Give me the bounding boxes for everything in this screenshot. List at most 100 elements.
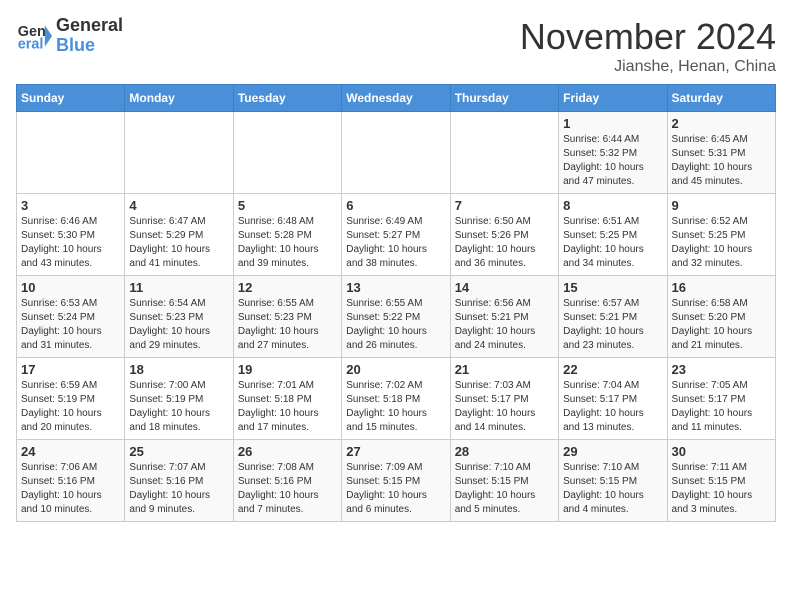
svg-text:eral: eral [18, 36, 44, 52]
calendar-cell: 12 Sunrise: 6:55 AM Sunset: 5:23 PM Dayli… [233, 276, 341, 358]
day-number: 11 [129, 280, 228, 295]
day-number: 15 [563, 280, 662, 295]
month-title: November 2024 [520, 16, 776, 58]
calendar-cell [450, 112, 558, 194]
day-number: 9 [672, 198, 771, 213]
day-number: 30 [672, 444, 771, 459]
day-number: 1 [563, 116, 662, 131]
calendar-cell: 19 Sunrise: 7:01 AM Sunset: 5:18 PM Dayli… [233, 358, 341, 440]
calendar-cell: 13 Sunrise: 6:55 AM Sunset: 5:22 PM Dayli… [342, 276, 450, 358]
day-number: 16 [672, 280, 771, 295]
day-info: Sunrise: 6:59 AM Sunset: 5:19 PM Dayligh… [21, 379, 120, 435]
day-info: Sunrise: 7:07 AM Sunset: 5:16 PM Dayligh… [129, 461, 228, 517]
calendar-week-1: 1 Sunrise: 6:44 AM Sunset: 5:32 PM Daylig… [17, 112, 776, 194]
calendar-cell: 18 Sunrise: 7:00 AM Sunset: 5:19 PM Dayli… [125, 358, 233, 440]
day-info: Sunrise: 6:57 AM Sunset: 5:21 PM Dayligh… [563, 297, 662, 353]
day-info: Sunrise: 6:55 AM Sunset: 5:22 PM Dayligh… [346, 297, 445, 353]
title-block: November 2024 Jianshe, Henan, China [520, 16, 776, 76]
day-number: 12 [238, 280, 337, 295]
calendar-cell: 26 Sunrise: 7:08 AM Sunset: 5:16 PM Dayli… [233, 440, 341, 522]
calendar-cell: 3 Sunrise: 6:46 AM Sunset: 5:30 PM Daylig… [17, 194, 125, 276]
day-info: Sunrise: 6:52 AM Sunset: 5:25 PM Dayligh… [672, 215, 771, 271]
calendar-cell [125, 112, 233, 194]
day-number: 13 [346, 280, 445, 295]
calendar-cell: 10 Sunrise: 6:53 AM Sunset: 5:24 PM Dayli… [17, 276, 125, 358]
calendar-cell: 11 Sunrise: 6:54 AM Sunset: 5:23 PM Dayli… [125, 276, 233, 358]
day-info: Sunrise: 6:46 AM Sunset: 5:30 PM Dayligh… [21, 215, 120, 271]
calendar-table: SundayMondayTuesdayWednesdayThursdayFrid… [16, 84, 776, 522]
calendar-cell: 17Sunrise: 6:59 AM Sunset: 5:19 PM Dayli… [17, 358, 125, 440]
weekday-header-thursday: Thursday [450, 85, 558, 112]
day-info: Sunrise: 6:50 AM Sunset: 5:26 PM Dayligh… [455, 215, 554, 271]
day-number: 25 [129, 444, 228, 459]
day-info: Sunrise: 6:54 AM Sunset: 5:23 PM Dayligh… [129, 297, 228, 353]
day-info: Sunrise: 7:08 AM Sunset: 5:16 PM Dayligh… [238, 461, 337, 517]
day-number: 23 [672, 362, 771, 377]
calendar-cell: 14 Sunrise: 6:56 AM Sunset: 5:21 PM Dayli… [450, 276, 558, 358]
day-info: Sunrise: 7:03 AM Sunset: 5:17 PM Dayligh… [455, 379, 554, 435]
day-number: 26 [238, 444, 337, 459]
calendar-cell: 22 Sunrise: 7:04 AM Sunset: 5:17 PM Dayli… [559, 358, 667, 440]
calendar-cell [17, 112, 125, 194]
day-info: Sunrise: 7:00 AM Sunset: 5:19 PM Dayligh… [129, 379, 228, 435]
day-number: 3 [21, 198, 120, 213]
weekday-header-friday: Friday [559, 85, 667, 112]
calendar-cell: 23Sunrise: 7:05 AM Sunset: 5:17 PM Dayli… [667, 358, 775, 440]
day-info: Sunrise: 7:06 AM Sunset: 5:16 PM Dayligh… [21, 461, 120, 517]
calendar-cell: 5 Sunrise: 6:48 AM Sunset: 5:28 PM Daylig… [233, 194, 341, 276]
day-number: 22 [563, 362, 662, 377]
day-info: Sunrise: 6:47 AM Sunset: 5:29 PM Dayligh… [129, 215, 228, 271]
calendar-cell: 7Sunrise: 6:50 AM Sunset: 5:26 PM Daylig… [450, 194, 558, 276]
calendar-cell: 1 Sunrise: 6:44 AM Sunset: 5:32 PM Daylig… [559, 112, 667, 194]
calendar-cell: 9 Sunrise: 6:52 AM Sunset: 5:25 PM Daylig… [667, 194, 775, 276]
calendar-cell: 15 Sunrise: 6:57 AM Sunset: 5:21 PM Dayli… [559, 276, 667, 358]
calendar-cell [233, 112, 341, 194]
day-info: Sunrise: 6:49 AM Sunset: 5:27 PM Dayligh… [346, 215, 445, 271]
calendar-week-4: 17Sunrise: 6:59 AM Sunset: 5:19 PM Dayli… [17, 358, 776, 440]
calendar-cell: 4 Sunrise: 6:47 AM Sunset: 5:29 PM Daylig… [125, 194, 233, 276]
weekday-header-monday: Monday [125, 85, 233, 112]
calendar-cell: 21 Sunrise: 7:03 AM Sunset: 5:17 PM Dayli… [450, 358, 558, 440]
day-info: Sunrise: 6:48 AM Sunset: 5:28 PM Dayligh… [238, 215, 337, 271]
calendar-cell: 24 Sunrise: 7:06 AM Sunset: 5:16 PM Dayli… [17, 440, 125, 522]
weekday-header-tuesday: Tuesday [233, 85, 341, 112]
day-info: Sunrise: 7:10 AM Sunset: 5:15 PM Dayligh… [455, 461, 554, 517]
day-number: 19 [238, 362, 337, 377]
weekday-header-wednesday: Wednesday [342, 85, 450, 112]
day-info: Sunrise: 7:02 AM Sunset: 5:18 PM Dayligh… [346, 379, 445, 435]
day-number: 14 [455, 280, 554, 295]
calendar-cell: 6Sunrise: 6:49 AM Sunset: 5:27 PM Daylig… [342, 194, 450, 276]
calendar-cell: 30Sunrise: 7:11 AM Sunset: 5:15 PM Dayli… [667, 440, 775, 522]
weekday-header-sunday: Sunday [17, 85, 125, 112]
calendar-cell: 16Sunrise: 6:58 AM Sunset: 5:20 PM Dayli… [667, 276, 775, 358]
calendar-cell: 29Sunrise: 7:10 AM Sunset: 5:15 PM Dayli… [559, 440, 667, 522]
day-info: Sunrise: 6:44 AM Sunset: 5:32 PM Dayligh… [563, 133, 662, 189]
day-info: Sunrise: 6:56 AM Sunset: 5:21 PM Dayligh… [455, 297, 554, 353]
day-number: 24 [21, 444, 120, 459]
day-number: 2 [672, 116, 771, 131]
calendar-cell: 2 Sunrise: 6:45 AM Sunset: 5:31 PM Daylig… [667, 112, 775, 194]
calendar-cell: 27Sunrise: 7:09 AM Sunset: 5:15 PM Dayli… [342, 440, 450, 522]
day-number: 5 [238, 198, 337, 213]
calendar-cell: 25 Sunrise: 7:07 AM Sunset: 5:16 PM Dayli… [125, 440, 233, 522]
day-number: 28 [455, 444, 554, 459]
day-number: 27 [346, 444, 445, 459]
calendar-week-2: 3 Sunrise: 6:46 AM Sunset: 5:30 PM Daylig… [17, 194, 776, 276]
day-info: Sunrise: 6:51 AM Sunset: 5:25 PM Dayligh… [563, 215, 662, 271]
day-number: 21 [455, 362, 554, 377]
day-info: Sunrise: 7:10 AM Sunset: 5:15 PM Dayligh… [563, 461, 662, 517]
calendar-body: 1 Sunrise: 6:44 AM Sunset: 5:32 PM Daylig… [17, 112, 776, 522]
calendar-week-3: 10 Sunrise: 6:53 AM Sunset: 5:24 PM Dayli… [17, 276, 776, 358]
day-info: Sunrise: 6:53 AM Sunset: 5:24 PM Dayligh… [21, 297, 120, 353]
day-info: Sunrise: 7:04 AM Sunset: 5:17 PM Dayligh… [563, 379, 662, 435]
day-info: Sunrise: 7:01 AM Sunset: 5:18 PM Dayligh… [238, 379, 337, 435]
day-info: Sunrise: 6:45 AM Sunset: 5:31 PM Dayligh… [672, 133, 771, 189]
day-number: 18 [129, 362, 228, 377]
weekday-header-saturday: Saturday [667, 85, 775, 112]
logo: Gen eral General Blue [16, 16, 123, 56]
day-number: 4 [129, 198, 228, 213]
logo-line2: Blue [56, 36, 123, 56]
day-info: Sunrise: 6:55 AM Sunset: 5:23 PM Dayligh… [238, 297, 337, 353]
location-subtitle: Jianshe, Henan, China [520, 58, 776, 76]
day-number: 10 [21, 280, 120, 295]
